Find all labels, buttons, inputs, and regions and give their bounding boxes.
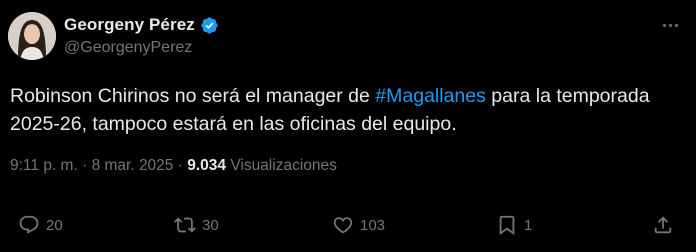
tweet-meta: 9:11 p. m. · 8 mar. 2025 · 9.034 Visuali…: [10, 157, 337, 175]
views-count: 9.034: [187, 157, 226, 174]
repost-button[interactable]: 30: [174, 214, 219, 236]
share-button[interactable]: [652, 214, 674, 236]
repost-count: 30: [202, 216, 219, 234]
tweet-time[interactable]: 9:11 p. m.: [10, 157, 78, 174]
avatar[interactable]: [8, 12, 56, 60]
bookmark-icon: [496, 214, 518, 236]
tweet-text-before: Robinson Chirinos no será el manager de: [10, 85, 376, 107]
author-display-name[interactable]: Georgeny Pérez: [64, 15, 195, 35]
more-options-button[interactable]: [656, 14, 684, 36]
like-count: 103: [360, 216, 386, 234]
bookmark-button[interactable]: 1: [496, 214, 532, 236]
action-bar: 20 30 103 1: [0, 214, 696, 242]
more-horizontal-icon: [662, 23, 666, 27]
hashtag-link[interactable]: #Magallanes: [375, 85, 486, 107]
meta-separator: ·: [77, 157, 92, 174]
repost-icon: [174, 214, 196, 236]
more-dot: [674, 23, 678, 27]
bookmark-count: 1: [524, 216, 533, 234]
views-label: Visualizaciones: [230, 157, 337, 174]
author-handle[interactable]: @GeorgenyPerez: [64, 39, 219, 57]
verified-badge-icon: [200, 16, 219, 35]
reply-button[interactable]: 20: [18, 214, 63, 236]
reply-icon: [18, 214, 40, 236]
like-button[interactable]: 103: [332, 214, 385, 236]
tweet-text: Robinson Chirinos no será el manager de …: [10, 82, 680, 138]
meta-separator: ·: [173, 157, 188, 174]
tweet-date[interactable]: 8 mar. 2025: [92, 157, 174, 174]
tweet-header: Georgeny Pérez @GeorgenyPerez: [64, 14, 219, 57]
share-icon: [652, 214, 674, 236]
reply-count: 20: [46, 216, 63, 234]
more-dot: [668, 23, 672, 27]
heart-icon: [332, 214, 354, 236]
